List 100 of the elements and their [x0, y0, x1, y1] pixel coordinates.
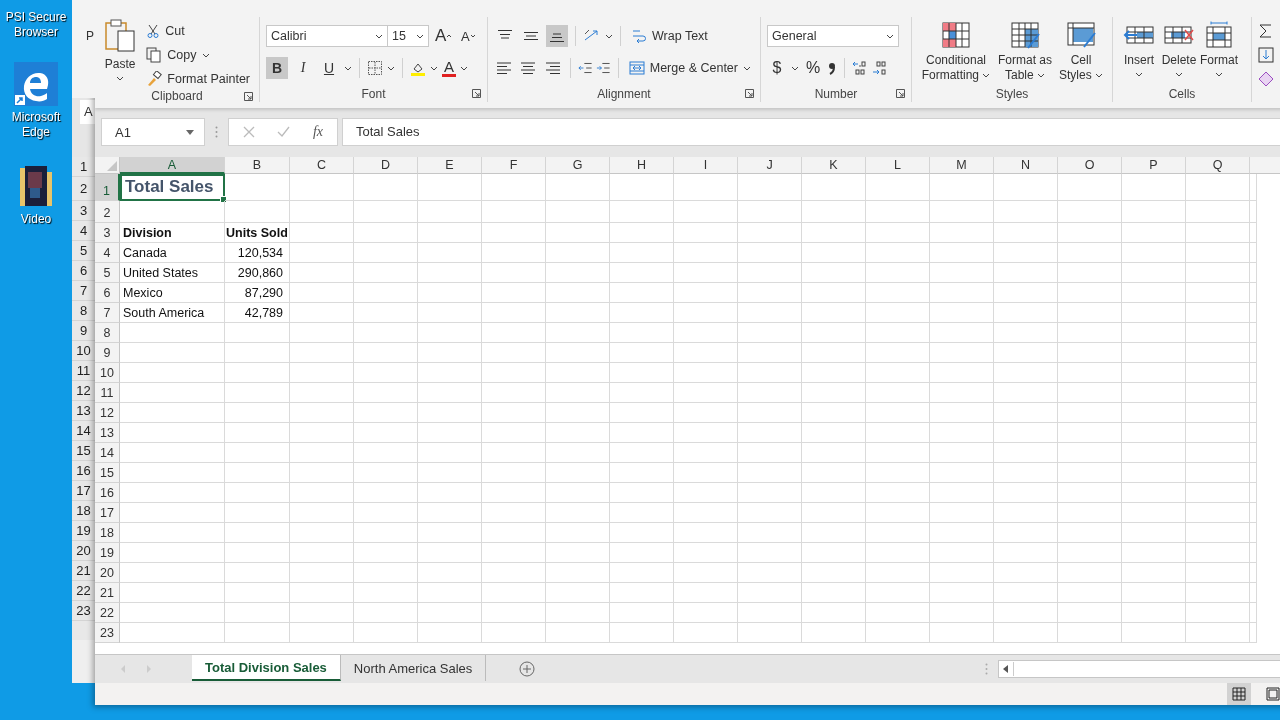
bold-button[interactable]: B [266, 57, 288, 79]
eraser-icon[interactable] [1258, 71, 1274, 87]
row-header[interactable]: 20 [95, 563, 120, 583]
fill-down-icon[interactable] [1258, 47, 1274, 63]
row-header[interactable]: 22 [95, 603, 120, 623]
format-button[interactable]: Format [1199, 17, 1239, 86]
edge-logo-icon[interactable] [14, 62, 58, 106]
decrease-indent-icon[interactable] [577, 61, 593, 75]
row-header[interactable]: 19 [95, 543, 120, 563]
row-header[interactable]: 21 [95, 583, 120, 603]
cut-button[interactable]: Cut [143, 21, 253, 41]
align-bottom-button[interactable] [546, 25, 568, 47]
column-header[interactable]: M [930, 157, 994, 174]
insert-button[interactable]: Insert [1119, 17, 1159, 86]
horizontal-scrollbar[interactable] [998, 660, 1280, 679]
paste-button[interactable]: Paste [101, 17, 140, 89]
currency-button[interactable]: $ [767, 57, 787, 79]
column-header[interactable]: Q [1186, 157, 1250, 174]
dialog-launcher-icon[interactable] [745, 89, 754, 98]
formula-field[interactable]: Total Sales [342, 118, 1280, 146]
column-header[interactable]: H [610, 157, 674, 174]
row-header[interactable]: 16 [95, 483, 120, 503]
row-header[interactable]: 1 [95, 174, 120, 201]
name-box[interactable]: A1 [101, 118, 205, 146]
dialog-launcher-icon[interactable] [244, 92, 253, 101]
caret-icon[interactable] [791, 65, 799, 71]
sum-icon[interactable] [1258, 23, 1272, 39]
check-icon[interactable] [277, 126, 291, 138]
splitter-icon[interactable] [215, 126, 218, 138]
column-header[interactable]: F [482, 157, 546, 174]
column-header[interactable]: B [225, 157, 290, 174]
add-icon[interactable] [519, 661, 536, 678]
column-header[interactable]: O [1058, 157, 1122, 174]
row-header[interactable]: 9 [95, 343, 120, 363]
select-all-icon[interactable] [95, 157, 120, 174]
normal-view-button[interactable] [1227, 683, 1251, 705]
column-header[interactable]: J [738, 157, 802, 174]
row-header[interactable]: 17 [95, 503, 120, 523]
column-header[interactable]: G [546, 157, 610, 174]
comma-style-icon[interactable] [827, 61, 837, 75]
column-header[interactable]: N [994, 157, 1058, 174]
row-header[interactable]: 18 [95, 523, 120, 543]
caret-icon[interactable] [605, 33, 613, 39]
table-styles-button[interactable]: Format as Table [994, 17, 1056, 86]
column-header[interactable]: E [418, 157, 482, 174]
row-header[interactable]: 10 [95, 363, 120, 383]
cell-styles-button[interactable]: Cell Styles [1056, 17, 1106, 86]
row-header[interactable]: 3 [95, 223, 120, 243]
percent-button[interactable]: % [803, 57, 823, 79]
number-format-field[interactable]: General [767, 25, 899, 47]
merge-center-button[interactable]: Merge & Center [625, 58, 754, 78]
row-header[interactable]: 8 [95, 323, 120, 343]
row-header[interactable]: 6 [95, 283, 120, 303]
row-header[interactable]: 2 [95, 201, 120, 223]
italic-button[interactable]: I [292, 57, 314, 79]
delete-button[interactable]: Delete [1159, 17, 1199, 86]
caret-icon[interactable] [460, 65, 468, 71]
column-header[interactable]: L [866, 157, 930, 174]
next-sheet-icon[interactable] [146, 665, 152, 674]
column-header[interactable]: P [1122, 157, 1186, 174]
copy-button[interactable]: Copy [143, 45, 253, 65]
column-header[interactable]: A [120, 157, 225, 174]
merge-cells-icon [628, 60, 645, 76]
sheet-tab[interactable]: North America Sales [340, 655, 487, 682]
underline-button[interactable]: U [318, 57, 340, 79]
column-header[interactable]: I [674, 157, 738, 174]
row-header[interactable]: 15 [95, 463, 120, 483]
font-color-button[interactable]: A [442, 59, 456, 77]
column-header[interactable]: K [802, 157, 866, 174]
decrease-decimal-icon[interactable] [872, 60, 888, 76]
cancel-icon[interactable] [243, 126, 255, 138]
increase-decimal-icon[interactable] [852, 60, 868, 76]
row-header[interactable]: 7 [95, 303, 120, 323]
caret-icon[interactable] [344, 65, 352, 71]
caret-icon[interactable] [387, 65, 395, 71]
grow-font-button[interactable]: A [433, 25, 455, 47]
insert-function-button[interactable]: fx [312, 124, 323, 140]
sheet-tab[interactable]: Total Division Sales [192, 655, 341, 682]
increase-indent-icon[interactable] [596, 61, 611, 75]
previous-sheet-icon[interactable] [120, 665, 126, 674]
row-header[interactable]: 4 [95, 243, 120, 263]
row-header[interactable]: 5 [95, 263, 120, 283]
row-header[interactable]: 13 [95, 423, 120, 443]
conditional-styles-button[interactable]: Conditional Formatting [918, 17, 994, 86]
shrink-font-button[interactable]: A [458, 25, 479, 47]
dialog-launcher-icon[interactable] [896, 89, 905, 98]
name-box[interactable]: A [80, 100, 95, 124]
caret-icon[interactable] [430, 65, 438, 71]
column-header[interactable]: D [354, 157, 418, 174]
format-painter-button[interactable]: Format Painter [143, 69, 253, 89]
wrap-text-button[interactable]: Wrap Text [628, 26, 711, 46]
dialog-launcher-icon[interactable] [472, 89, 481, 98]
row-header[interactable]: 11 [95, 383, 120, 403]
borders-icon[interactable] [367, 60, 383, 76]
row-header[interactable]: 12 [95, 403, 120, 423]
font-size-field[interactable]: 15 [387, 25, 429, 47]
column-header[interactable]: C [290, 157, 354, 174]
row-header[interactable]: 23 [95, 623, 120, 643]
row-header[interactable]: 14 [95, 443, 120, 463]
font-name-field[interactable]: Calibri [266, 25, 388, 47]
